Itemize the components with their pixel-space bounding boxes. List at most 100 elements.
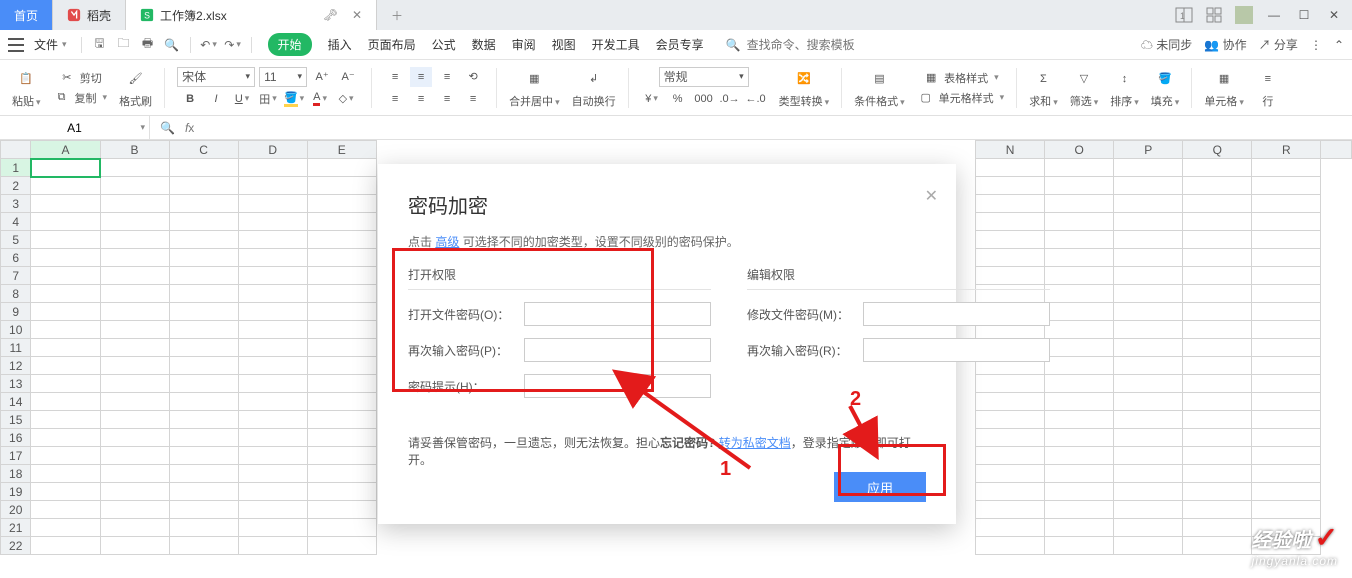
- wrap-text-button[interactable]: ↲自动换行: [568, 67, 620, 109]
- cell[interactable]: [169, 375, 238, 393]
- print-preview-icon[interactable]: 🔍: [162, 35, 182, 55]
- row-header[interactable]: 6: [1, 249, 31, 267]
- cell[interactable]: [307, 195, 376, 213]
- fx-icon[interactable]: fx: [185, 121, 194, 135]
- cell[interactable]: [238, 393, 307, 411]
- cell[interactable]: [1045, 537, 1114, 555]
- cell[interactable]: [1183, 213, 1252, 231]
- cell[interactable]: [238, 339, 307, 357]
- row-header[interactable]: 2: [1, 177, 31, 195]
- paste-button[interactable]: 📋 粘贴: [8, 67, 45, 109]
- hamburger-menu[interactable]: [8, 38, 24, 52]
- cell[interactable]: [31, 357, 100, 375]
- col-header[interactable]: O: [1045, 141, 1114, 159]
- cell[interactable]: [238, 213, 307, 231]
- edit-password-input[interactable]: [863, 302, 1050, 326]
- cell[interactable]: [1252, 249, 1321, 267]
- cell[interactable]: [307, 303, 376, 321]
- cell[interactable]: [1114, 447, 1183, 465]
- cell[interactable]: [1183, 429, 1252, 447]
- cell[interactable]: [1045, 375, 1114, 393]
- number-format-select[interactable]: 常规▾: [659, 67, 749, 87]
- cell[interactable]: [1045, 213, 1114, 231]
- cell[interactable]: [100, 411, 169, 429]
- cell[interactable]: [307, 231, 376, 249]
- cell[interactable]: [307, 447, 376, 465]
- row-header[interactable]: 12: [1, 357, 31, 375]
- cell[interactable]: [1252, 321, 1321, 339]
- cell[interactable]: [169, 285, 238, 303]
- cell[interactable]: [1252, 393, 1321, 411]
- cell[interactable]: [307, 501, 376, 519]
- ribbon-tab-view[interactable]: 视图: [552, 36, 576, 53]
- col-header[interactable]: B: [100, 141, 169, 159]
- cell[interactable]: [238, 483, 307, 501]
- bold-button[interactable]: B: [179, 89, 201, 109]
- cell[interactable]: [976, 231, 1045, 249]
- cell[interactable]: [238, 267, 307, 285]
- more-icon[interactable]: ⋮: [1310, 38, 1322, 52]
- collapse-ribbon-icon[interactable]: ⌃: [1334, 38, 1344, 52]
- row-header[interactable]: 13: [1, 375, 31, 393]
- row-header[interactable]: 19: [1, 483, 31, 501]
- cell[interactable]: [1114, 357, 1183, 375]
- cell[interactable]: [307, 465, 376, 483]
- cell[interactable]: [169, 267, 238, 285]
- cell[interactable]: [1045, 465, 1114, 483]
- cell[interactable]: [100, 393, 169, 411]
- col-header[interactable]: N: [976, 141, 1045, 159]
- coop-button[interactable]: 👥 协作: [1204, 36, 1246, 53]
- cell[interactable]: [1252, 429, 1321, 447]
- cell[interactable]: [1183, 249, 1252, 267]
- decrease-font-icon[interactable]: A⁻: [337, 67, 359, 87]
- cell[interactable]: [1183, 393, 1252, 411]
- cell[interactable]: [1183, 357, 1252, 375]
- cell[interactable]: [1114, 483, 1183, 501]
- cell[interactable]: [1183, 231, 1252, 249]
- sort-button[interactable]: ↕排序: [1106, 67, 1143, 109]
- cell[interactable]: [169, 159, 238, 177]
- cell[interactable]: [100, 375, 169, 393]
- row-header[interactable]: 5: [1, 231, 31, 249]
- cell[interactable]: [100, 231, 169, 249]
- cell[interactable]: [100, 213, 169, 231]
- cell[interactable]: [1252, 447, 1321, 465]
- cell[interactable]: [976, 195, 1045, 213]
- font-name-select[interactable]: 宋体▾: [177, 67, 255, 87]
- cell[interactable]: [31, 321, 100, 339]
- cell[interactable]: [307, 339, 376, 357]
- cell[interactable]: [307, 357, 376, 375]
- cell[interactable]: [100, 465, 169, 483]
- cell[interactable]: [1114, 159, 1183, 177]
- cell[interactable]: [1114, 231, 1183, 249]
- password-hint-input[interactable]: [524, 374, 711, 398]
- print-icon[interactable]: 🖶: [138, 35, 158, 55]
- sum-button[interactable]: Σ求和: [1025, 67, 1062, 109]
- fill-button[interactable]: 🪣填充: [1147, 67, 1184, 109]
- cell[interactable]: [1252, 465, 1321, 483]
- format-painter-button[interactable]: 🖌 格式刷: [115, 67, 156, 109]
- tab-add-button[interactable]: ＋: [377, 0, 417, 30]
- row-header[interactable]: 10: [1, 321, 31, 339]
- row-header[interactable]: 15: [1, 411, 31, 429]
- percent-icon[interactable]: %: [667, 89, 689, 109]
- cell[interactable]: [1183, 519, 1252, 537]
- cell[interactable]: [31, 501, 100, 519]
- ribbon-tab-formula[interactable]: 公式: [432, 36, 456, 53]
- cell[interactable]: [976, 519, 1045, 537]
- font-size-select[interactable]: 11▾: [259, 67, 307, 87]
- cell[interactable]: [1183, 465, 1252, 483]
- col-header[interactable]: Q: [1183, 141, 1252, 159]
- cell[interactable]: [31, 213, 100, 231]
- cell[interactable]: [1045, 303, 1114, 321]
- cell[interactable]: [31, 429, 100, 447]
- cell[interactable]: [1045, 231, 1114, 249]
- cell[interactable]: [100, 195, 169, 213]
- row-header[interactable]: 18: [1, 465, 31, 483]
- col-header[interactable]: P: [1114, 141, 1183, 159]
- cell[interactable]: [1114, 285, 1183, 303]
- cell[interactable]: [238, 159, 307, 177]
- cell[interactable]: [31, 375, 100, 393]
- rows-button[interactable]: ≡行: [1252, 67, 1284, 109]
- font-color-button[interactable]: A: [309, 89, 331, 109]
